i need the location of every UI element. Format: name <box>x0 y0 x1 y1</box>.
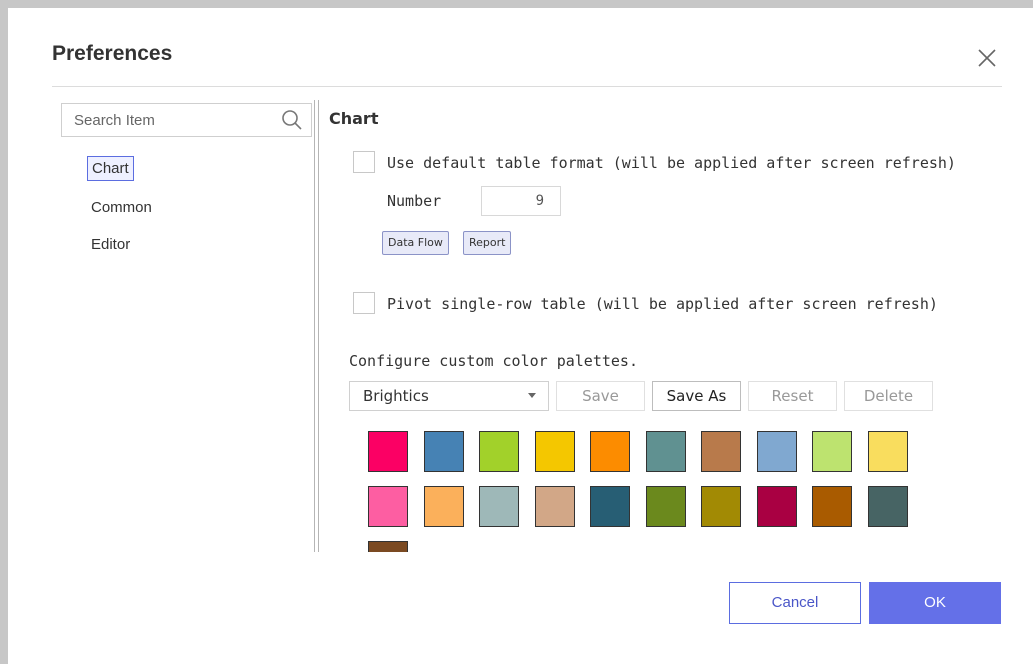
pivot-checkbox[interactable] <box>353 292 375 314</box>
close-icon[interactable] <box>974 45 1000 71</box>
color-swatch[interactable] <box>868 486 908 527</box>
cancel-button[interactable]: Cancel <box>729 582 861 624</box>
palette-select-value: Brightics <box>363 387 429 405</box>
dialog-title: Preferences <box>52 42 173 65</box>
default-table-checkbox[interactable] <box>353 151 375 173</box>
color-swatch[interactable] <box>868 431 908 472</box>
color-swatch[interactable] <box>590 486 630 527</box>
number-input[interactable] <box>481 186 561 216</box>
preferences-dialog: Preferences Chart Common Editor Chart Us… <box>8 8 1033 664</box>
search-icon[interactable] <box>280 108 304 132</box>
ok-button[interactable]: OK <box>869 582 1001 624</box>
default-table-label: Use default table format (will be applie… <box>387 154 956 172</box>
report-tag[interactable]: Report <box>463 231 512 255</box>
save-as-button[interactable]: Save As <box>652 381 741 411</box>
delete-button[interactable]: Delete <box>844 381 933 411</box>
number-label: Number <box>387 192 442 210</box>
reset-button[interactable]: Reset <box>748 381 837 411</box>
save-button[interactable]: Save <box>556 381 645 411</box>
color-swatch[interactable] <box>479 486 519 527</box>
color-swatch[interactable] <box>535 486 575 527</box>
panel-divider-line <box>318 100 319 552</box>
color-swatch[interactable] <box>701 431 741 472</box>
color-swatch[interactable] <box>812 486 852 527</box>
section-title: Chart <box>329 109 379 128</box>
chevron-down-icon <box>528 393 536 398</box>
header-divider <box>52 86 1002 87</box>
palette-select[interactable]: Brightics <box>349 381 549 411</box>
color-swatch[interactable] <box>424 431 464 472</box>
color-swatch[interactable] <box>368 431 408 472</box>
color-swatch[interactable] <box>424 486 464 527</box>
color-swatch[interactable] <box>535 431 575 472</box>
color-swatch[interactable] <box>646 431 686 472</box>
search-box <box>61 103 312 137</box>
color-swatch[interactable] <box>757 486 797 527</box>
color-swatch[interactable] <box>757 431 797 472</box>
color-swatch[interactable] <box>646 486 686 527</box>
data-flow-tag[interactable]: Data Flow <box>382 231 449 255</box>
color-swatch[interactable] <box>701 486 741 527</box>
palette-heading: Configure custom color palettes. <box>349 352 638 370</box>
panel-divider[interactable] <box>314 100 315 552</box>
sidebar-item-common[interactable]: Common <box>87 196 156 219</box>
color-swatch[interactable] <box>590 431 630 472</box>
search-input[interactable] <box>62 104 284 136</box>
color-swatch[interactable] <box>368 541 408 552</box>
color-palette-grid <box>368 431 918 552</box>
sidebar-item-chart[interactable]: Chart <box>87 156 134 181</box>
color-swatch[interactable] <box>479 431 519 472</box>
color-swatch[interactable] <box>368 486 408 527</box>
sidebar-item-editor[interactable]: Editor <box>87 233 134 256</box>
color-swatch[interactable] <box>812 431 852 472</box>
pivot-label: Pivot single-row table (will be applied … <box>387 295 938 313</box>
